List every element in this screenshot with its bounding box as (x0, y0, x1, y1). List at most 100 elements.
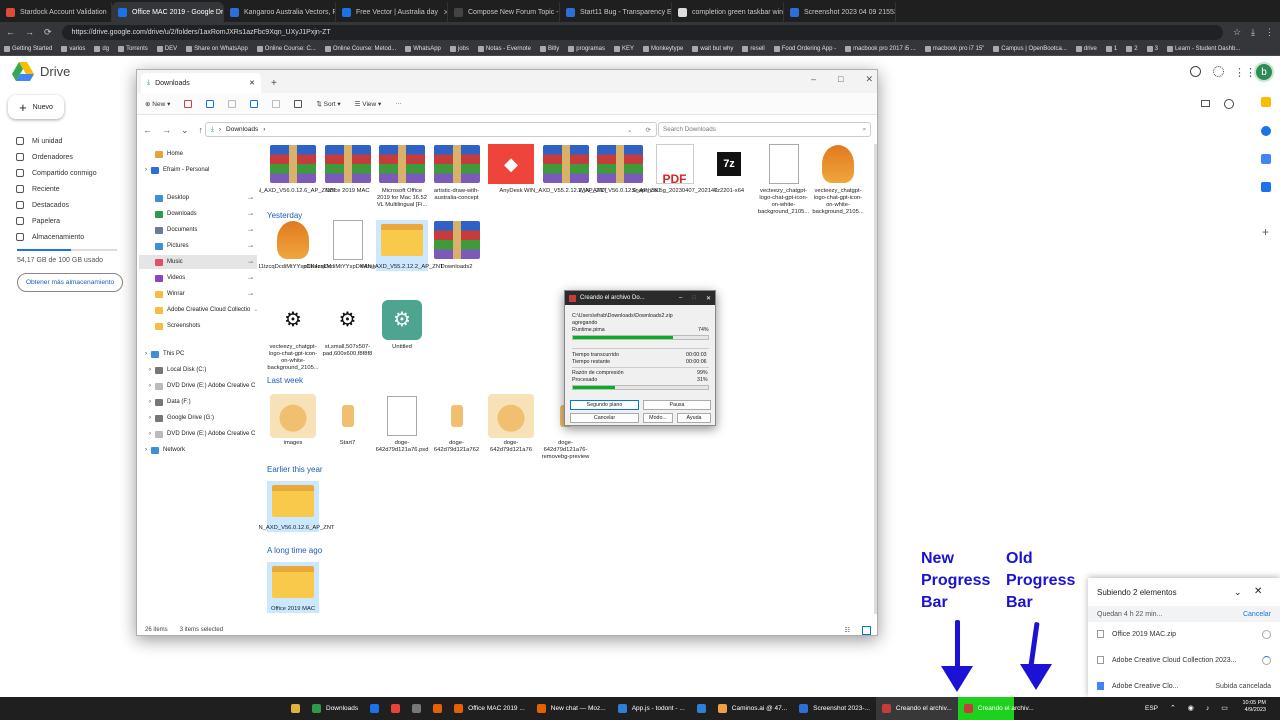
apps-grid-icon[interactable]: ⋮⋮ (1234, 66, 1256, 79)
bookmark-item[interactable]: Online Course: C... (256, 45, 316, 52)
bookmark-item[interactable]: macbook pro 2017 i5 ... (845, 45, 916, 52)
file-item[interactable]: vecteezy_chatgpt-logo-chat-gpt-icon-on-w… (758, 144, 810, 216)
expand-chevron-icon[interactable]: › (149, 415, 151, 421)
file-item[interactable]: vecteezy_chatgpt-logo-chat-gpt-icon-on-w… (812, 144, 864, 216)
nav-item[interactable]: Winrar ⊸ (139, 287, 257, 301)
forward-icon[interactable]: → (162, 125, 171, 135)
nav-item[interactable]: Music ⊸ (139, 255, 257, 269)
taskbar-item[interactable]: App.js - todont - ... (612, 697, 691, 720)
pin-icon[interactable]: ⊸ (248, 195, 257, 202)
taskbar-item[interactable] (285, 697, 306, 720)
cancel-button[interactable]: Cancelar (570, 413, 639, 423)
nav-item[interactable]: Pictures ⊸ (139, 239, 257, 253)
calendar-icon[interactable] (1261, 182, 1271, 192)
file-item[interactable]: WIN_AXD_V55.2.12.2_AP_ZNT (360, 220, 444, 271)
bookmark-item[interactable]: macbook pro i7 15" (924, 45, 984, 52)
help-icon[interactable] (1190, 66, 1201, 77)
taskbar-item[interactable]: Downloads (306, 697, 364, 720)
recent-icon[interactable]: ⌄ (181, 125, 189, 136)
upload-item[interactable]: Office 2019 MAC.zip (1088, 622, 1280, 646)
tray-icons[interactable]: ⌃ ◉ ♪ ▭ (1170, 704, 1233, 712)
nav-item[interactable]: Screenshots (139, 319, 257, 333)
taskbar-item[interactable] (691, 697, 712, 720)
section-header[interactable]: Last week (267, 376, 303, 385)
pin-icon[interactable]: ⊸ (248, 243, 257, 250)
nav-item[interactable]: › Google Drive (G:) (139, 411, 257, 425)
nav-item[interactable]: Desktop ⊸ (139, 191, 257, 205)
taskbar-item[interactable] (385, 697, 406, 720)
new-button[interactable]: + Nuevo (8, 95, 64, 119)
pin-icon[interactable]: ⊸ (248, 291, 257, 298)
back-icon[interactable]: ← (6, 27, 15, 37)
menu-icon[interactable]: ⋮ (1265, 27, 1274, 38)
minimize-icon[interactable]: – (811, 74, 816, 85)
pin-icon[interactable]: ⊸ (248, 227, 257, 234)
language-indicator[interactable]: ESP (1145, 705, 1158, 712)
pause-button[interactable]: Pausa (643, 400, 711, 410)
tasks-icon[interactable] (1261, 126, 1271, 136)
bookmark-item[interactable]: Campus | OpenBootca... (993, 45, 1067, 52)
taskbar-item[interactable] (427, 697, 448, 720)
browser-tab[interactable]: Screenshot 2023 04 09 215536✕ (784, 2, 896, 22)
file-item[interactable]: Office 2019 MAC (322, 144, 374, 195)
bookmark-item[interactable]: Torrents (118, 45, 148, 52)
avatar[interactable]: b (1254, 62, 1274, 82)
drive-nav-item[interactable]: Almacenamiento (16, 233, 84, 241)
paste-icon[interactable] (228, 99, 237, 108)
close-icon[interactable]: ✕ (706, 295, 711, 302)
bookmark-item[interactable]: DEV (156, 45, 177, 52)
cut-icon[interactable] (184, 99, 193, 108)
section-header[interactable]: A long time ago (267, 546, 322, 555)
nav-item[interactable]: › Network (139, 443, 257, 457)
nav-item[interactable]: › Data (F:) (139, 395, 257, 409)
bookmark-item[interactable]: Food Ordering App - (773, 45, 836, 52)
bookmark-item[interactable]: Getting Started (4, 45, 52, 52)
refresh-icon[interactable]: ⟳ (646, 126, 651, 134)
expand-chevron-icon[interactable]: › (149, 367, 151, 373)
expand-chevron-icon[interactable]: › (149, 383, 151, 389)
maximize-icon[interactable]: □ (692, 295, 696, 302)
file-item[interactable]: doge-642d79d121a76 (485, 394, 537, 454)
help-button[interactable]: Ayuda (677, 413, 711, 423)
delete-icon[interactable] (294, 99, 303, 108)
bookmark-item[interactable]: WhatsApp (405, 45, 441, 52)
file-item[interactable]: PDF SnapshotLog_20230407_202146 (632, 144, 717, 195)
nav-item[interactable]: Videos ⊸ (139, 271, 257, 285)
drive-logo[interactable]: Drive (12, 62, 70, 81)
file-item[interactable]: WIN_AXD_V56.0.12.6_AP_ZNZT (259, 144, 336, 195)
pin-icon[interactable]: ⊸ (248, 211, 257, 218)
nav-item[interactable]: › This PC (139, 347, 257, 361)
file-item[interactable]: ⚙ vecteezy_chatgpt-logo-chat-gpt-icon-on-… (267, 300, 319, 372)
browser-tab[interactable]: Kangaroo Australia Vectors, Ph✕ (224, 2, 336, 22)
taskbar-item[interactable]: Creando el archiv... (957, 697, 1034, 720)
section-header[interactable]: Earlier this year (267, 465, 323, 474)
taskbar-item[interactable]: Screenshot 2023-... (793, 697, 876, 720)
star-icon[interactable]: ☆ (1233, 27, 1241, 38)
file-item[interactable]: WIN_AXD_V56.0.12.6_AP_ZNT (259, 481, 335, 532)
taskbar-item[interactable]: New chat — Moz... (531, 697, 612, 720)
scrollbar[interactable] (874, 144, 877, 614)
file-item[interactable]: Microsoft Office 2019 for Mac 16.52 VL M… (376, 144, 428, 209)
bookmark-item[interactable]: Online Course: Metod... (324, 45, 396, 52)
file-item[interactable]: doge-642d79d121a76.psd (376, 396, 428, 454)
file-item[interactable]: ⚙ Untitled (376, 300, 428, 351)
view-menu-button[interactable]: ☰ View ▾ (355, 100, 382, 108)
download-icon[interactable]: ⤓ (1251, 27, 1255, 38)
expand-chevron-icon[interactable]: › (145, 447, 147, 453)
expand-chevron-icon[interactable]: › (149, 431, 151, 437)
bookmark-item[interactable]: Learn - Student Dashb... (1166, 45, 1240, 52)
collapse-icon[interactable]: ⌄ (1234, 587, 1242, 598)
bookmark-item[interactable]: wait but why (692, 45, 733, 52)
bookmark-item[interactable]: 1 (1105, 45, 1117, 52)
expand-chevron-icon[interactable]: › (145, 167, 147, 173)
search-input[interactable]: Search Downloads ⌕ (658, 122, 871, 137)
forward-icon[interactable]: → (25, 27, 34, 37)
bookmark-item[interactable]: 3 (1146, 45, 1158, 52)
nav-item[interactable]: Adobe Creative Cloud Collectio ⊸ (139, 303, 257, 317)
close-icon[interactable]: ✕ (865, 74, 873, 85)
pin-icon[interactable]: ⊸ (254, 307, 257, 314)
bookmark-item[interactable]: drive (1075, 45, 1097, 52)
back-icon[interactable]: ← (143, 125, 152, 135)
pin-icon[interactable]: ⊸ (248, 259, 257, 266)
browser-tab[interactable]: Start11 Bug - Transparency Eff✕ (560, 2, 672, 22)
